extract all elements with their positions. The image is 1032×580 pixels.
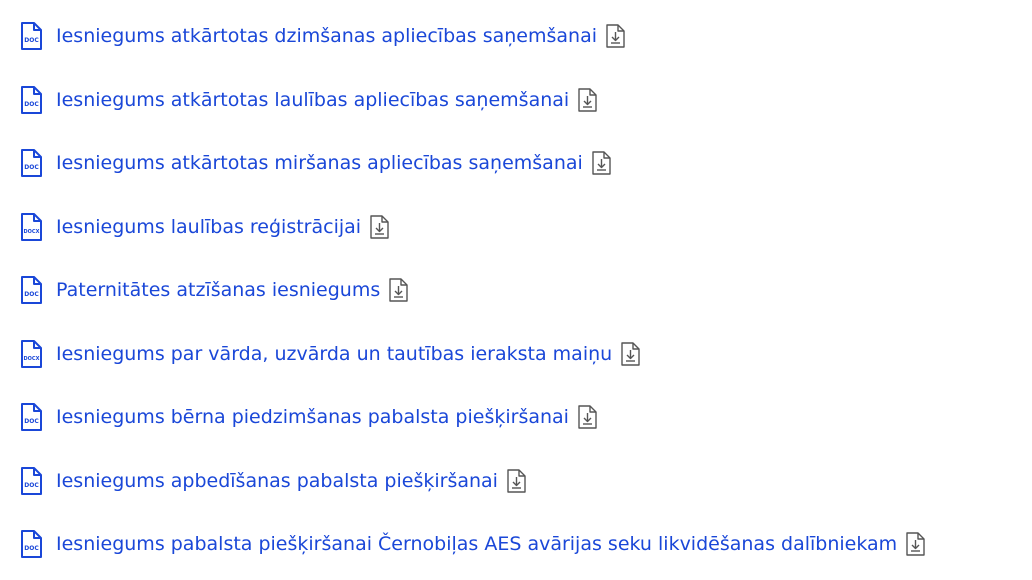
- document-list: DOC Iesniegums atkārtotas dzimšanas apli…: [20, 14, 925, 566]
- svg-text:DOCX: DOCX: [24, 356, 40, 362]
- download-icon[interactable]: [905, 532, 925, 556]
- doc-file-icon: DOC: [20, 276, 42, 304]
- document-item: DOCX Iesniegums laulības reģistrācijai: [20, 205, 925, 249]
- doc-file-icon: DOC: [20, 85, 42, 114]
- document-link[interactable]: Iesniegums pabalsta piešķiršanai Černobi…: [56, 533, 897, 555]
- download-icon[interactable]: [506, 468, 526, 493]
- document-item: DOC Iesniegums apbedīšanas pabalsta pieš…: [20, 459, 925, 503]
- download-icon[interactable]: [577, 405, 597, 429]
- document-item: DOC Iesniegums pabalsta piešķiršanai Čer…: [20, 522, 925, 566]
- download-icon[interactable]: [620, 341, 640, 366]
- svg-text:DOC: DOC: [24, 101, 39, 108]
- document-link[interactable]: Iesniegums laulības reģistrācijai: [56, 216, 361, 238]
- svg-text:DOC: DOC: [24, 164, 39, 171]
- document-item: DOCX Iesniegums par vārda, uzvārda un ta…: [20, 332, 925, 376]
- doc-file-icon: DOC: [20, 149, 42, 177]
- document-link[interactable]: Paternitātes atzīšanas iesniegums: [56, 279, 380, 301]
- svg-text:DOC: DOC: [24, 545, 39, 552]
- docx-file-icon: DOCX: [20, 212, 42, 241]
- download-icon[interactable]: [591, 151, 611, 175]
- download-icon[interactable]: [605, 24, 625, 48]
- document-item: DOC Iesniegums atkārtotas laulības aplie…: [20, 78, 925, 122]
- document-link[interactable]: Iesniegums apbedīšanas pabalsta piešķirš…: [56, 470, 498, 492]
- document-link[interactable]: Iesniegums atkārtotas dzimšanas apliecīb…: [56, 25, 597, 47]
- document-link[interactable]: Iesniegums atkārtotas laulības apliecība…: [56, 89, 569, 111]
- svg-text:DOC: DOC: [24, 37, 39, 44]
- svg-text:DOC: DOC: [24, 482, 39, 489]
- document-link[interactable]: Iesniegums bērna piedzimšanas pabalsta p…: [56, 406, 569, 428]
- document-link[interactable]: Iesniegums atkārtotas miršanas apliecība…: [56, 152, 583, 174]
- download-icon[interactable]: [577, 87, 597, 112]
- document-link[interactable]: Iesniegums par vārda, uzvārda un tautība…: [56, 343, 612, 365]
- download-icon[interactable]: [369, 214, 389, 239]
- doc-file-icon: DOC: [20, 403, 42, 431]
- svg-text:DOC: DOC: [24, 291, 39, 298]
- document-item: DOC Paternitātes atzīšanas iesniegums: [20, 268, 925, 312]
- doc-file-icon: DOC: [20, 466, 42, 495]
- document-item: DOC Iesniegums bērna piedzimšanas pabals…: [20, 395, 925, 439]
- document-item: DOC Iesniegums atkārtotas dzimšanas apli…: [20, 14, 925, 58]
- download-icon[interactable]: [388, 278, 408, 302]
- docx-file-icon: DOCX: [20, 339, 42, 368]
- svg-text:DOC: DOC: [24, 418, 39, 425]
- document-item: DOC Iesniegums atkārtotas miršanas aplie…: [20, 141, 925, 185]
- svg-text:DOCX: DOCX: [24, 229, 40, 235]
- doc-file-icon: DOC: [20, 22, 42, 50]
- doc-file-icon: DOC: [20, 530, 42, 558]
